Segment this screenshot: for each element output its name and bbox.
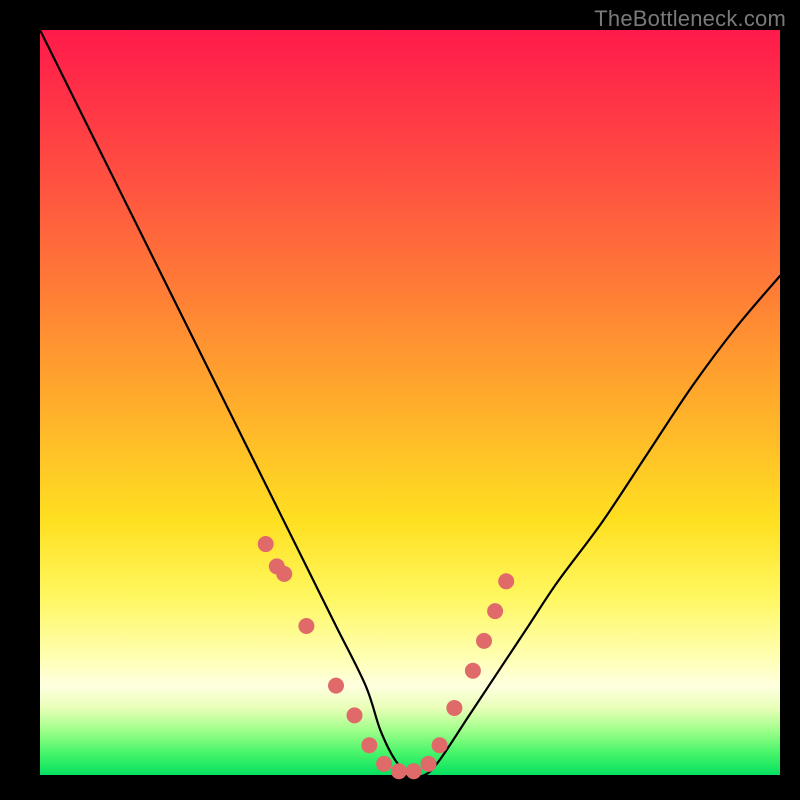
marker-dot [432,737,448,753]
marker-dot [361,737,377,753]
marker-dot [406,763,422,779]
marker-dot [476,633,492,649]
plot-area [40,30,780,775]
marker-dot [328,678,344,694]
outer-frame: TheBottleneck.com [0,0,800,800]
chart-svg [40,30,780,775]
marker-dot [391,763,407,779]
marker-dot [465,663,481,679]
marker-dot [376,756,392,772]
watermark-text: TheBottleneck.com [594,6,786,32]
marker-dot [498,573,514,589]
bottleneck-curve [40,30,780,777]
marker-dot [258,536,274,552]
marker-dot [347,707,363,723]
marker-dot [421,756,437,772]
marker-dot [487,603,503,619]
marker-dot [298,618,314,634]
marker-dot [276,566,292,582]
marker-dot [446,700,462,716]
